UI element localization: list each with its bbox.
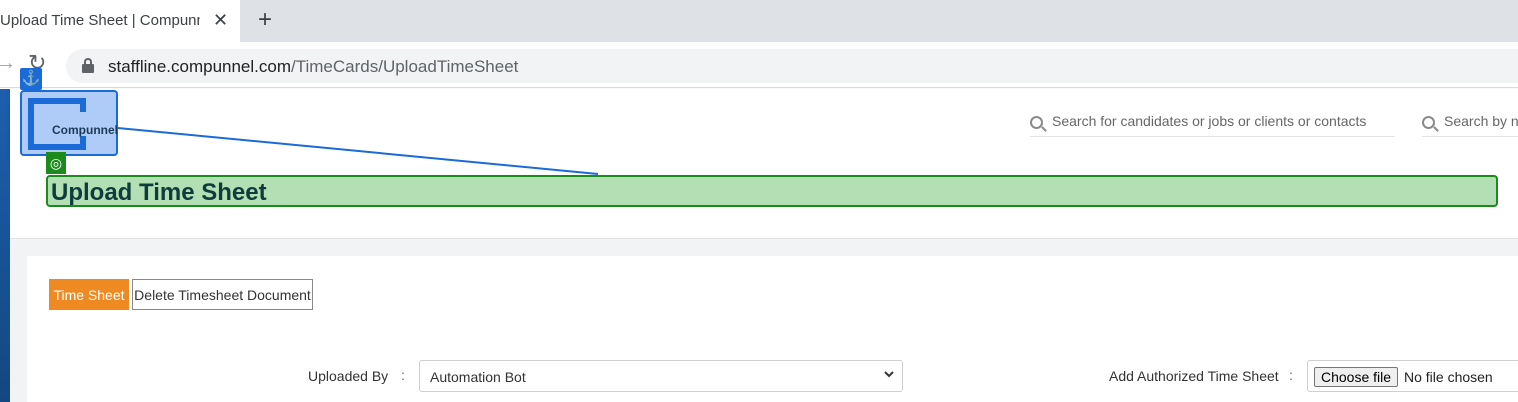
uploaded-by-label: Uploaded By (308, 368, 389, 384)
search-icon (1422, 116, 1435, 129)
uploaded-by-value: Automation Bot (430, 369, 526, 385)
logo-bracket-top-end (80, 98, 86, 112)
browser-toolbar: → ↻ staffline.compunnel.com/TimeCards/Up… (0, 42, 1518, 88)
upload-card: Time Sheet Delete Timesheet Document Upl… (27, 256, 1518, 402)
company-logo[interactable]: Compunnel (20, 90, 118, 156)
add-authorized-time-sheet-label: Add Authorized Time Sheet (1109, 368, 1279, 384)
file-input[interactable]: Choose file No file chosen (1307, 360, 1518, 392)
target-icon: ◎ (46, 152, 66, 174)
delete-timesheet-document-tab[interactable]: Delete Timesheet Document (132, 279, 313, 310)
tab-title: Upload Time Sheet | Compunnel (0, 12, 200, 29)
file-status: No file chosen (1404, 369, 1493, 385)
page-body: Search for candidates or jobs or clients… (0, 89, 1518, 402)
site-header: Search for candidates or jobs or clients… (10, 89, 1518, 161)
page-title-highlight: Upload Time Sheet (46, 175, 1498, 207)
title-section: Upload Time Sheet (10, 161, 1518, 239)
logo-text: Compunnel (52, 123, 118, 137)
uploaded-by-colon: : (401, 367, 405, 383)
anchor-icon: ⚓ (20, 68, 42, 90)
search-icon (1030, 116, 1043, 129)
time-sheet-tab[interactable]: Time Sheet (49, 279, 129, 310)
page-title: Upload Time Sheet (51, 179, 267, 206)
url-domain: staffline.compunnel.com (108, 57, 292, 76)
new-tab-icon[interactable]: + (258, 6, 272, 34)
browser-tab[interactable]: Upload Time Sheet | Compunnel ✕ (0, 0, 240, 42)
add-sheet-colon: : (1289, 367, 1293, 383)
close-tab-icon[interactable]: ✕ (213, 10, 228, 30)
back-arrow-icon[interactable]: → (0, 52, 16, 75)
screen: Upload Time Sheet | Compunnel ✕ + → ↻ st… (0, 0, 1518, 402)
global-search[interactable]: Search for candidates or jobs or clients… (1030, 107, 1395, 137)
url-path: /TimeCards/UploadTimeSheet (291, 57, 519, 76)
logo-bracket-bottom-end (80, 136, 86, 150)
lock-icon[interactable] (82, 58, 94, 73)
left-sidebar-strip (0, 89, 10, 402)
browser-tabstrip: Upload Time Sheet | Compunnel ✕ + (0, 0, 1518, 42)
address-bar[interactable]: staffline.compunnel.com/TimeCards/Upload… (66, 49, 1518, 83)
secondary-search-input[interactable]: Search by n (1444, 113, 1518, 129)
search-input[interactable]: Search for candidates or jobs or clients… (1052, 113, 1366, 129)
secondary-search[interactable]: Search by n (1422, 107, 1518, 137)
uploaded-by-select[interactable]: Automation Bot (419, 360, 903, 392)
chevron-down-icon (884, 371, 894, 378)
url-text: staffline.compunnel.com/TimeCards/Upload… (108, 57, 518, 77)
choose-file-button[interactable]: Choose file (1314, 367, 1398, 387)
